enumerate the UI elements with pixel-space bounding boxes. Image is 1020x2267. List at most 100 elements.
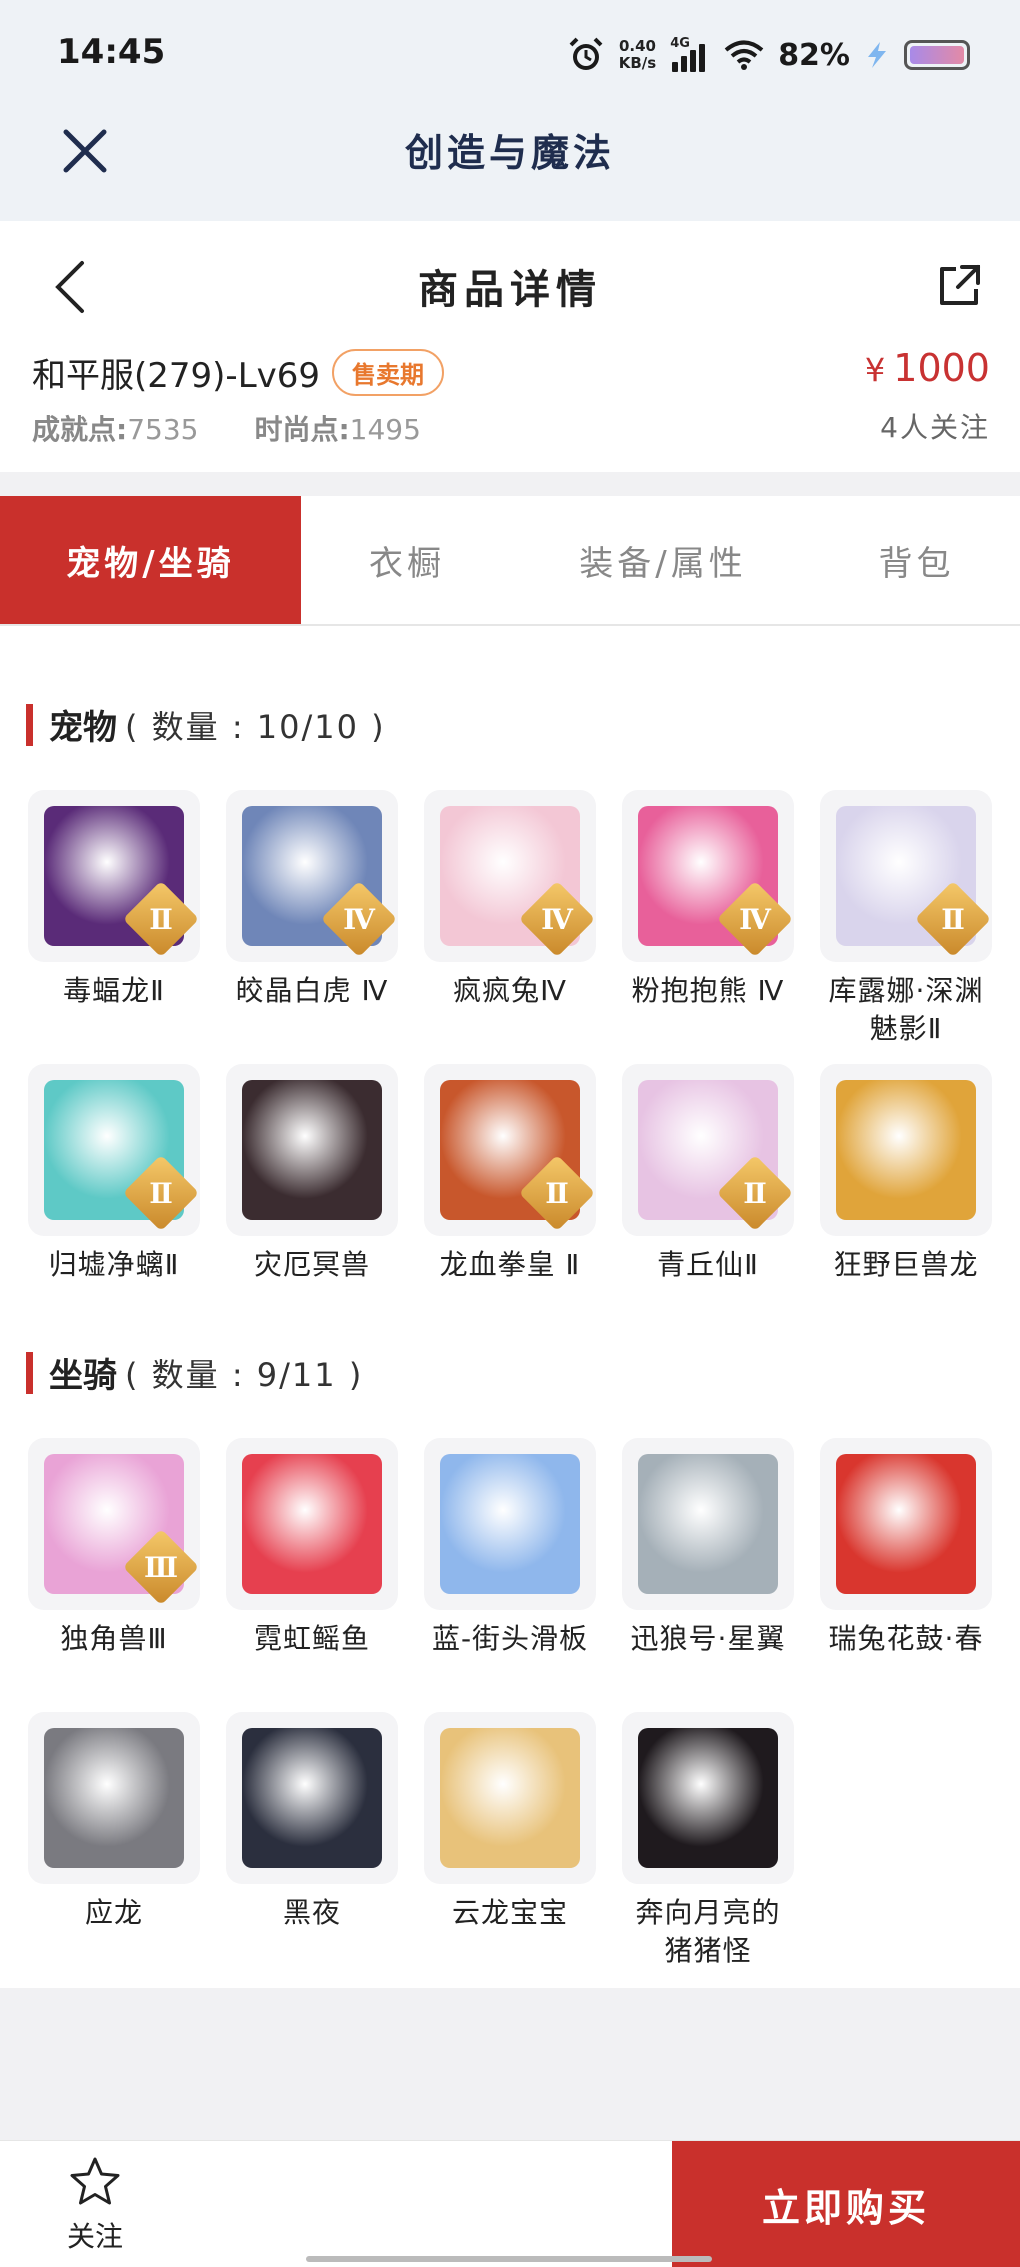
bottom-action-bar: 关注 立即购买 (0, 2140, 1020, 2267)
item-artwork (44, 1728, 184, 1868)
page-header: 商品详情 (0, 221, 1020, 346)
item-thumbnail (424, 1438, 596, 1610)
tier-label: Ⅱ (743, 1177, 767, 1210)
grid-item[interactable]: 云龙宝宝 (424, 1712, 596, 1932)
net-speed-unit: KB/s (618, 54, 657, 72)
battery-icon (904, 40, 970, 70)
tab-wardrobe[interactable]: 衣橱 (301, 496, 513, 624)
grid-item[interactable]: Ⅱ 归墟净螭Ⅱ (28, 1064, 200, 1284)
content-area: 宠物 ( 数量 : 10/10 ) Ⅱ 毒蝠龙Ⅱ Ⅳ 皎晶白虎 Ⅳ Ⅳ 疯疯兔Ⅳ Ⅳ 粉抱抱熊… (0, 628, 1020, 1988)
item-thumbnail (28, 1712, 200, 1884)
network-type: 4G (670, 36, 690, 51)
tab-pets-mounts[interactable]: 宠物/坐骑 (0, 496, 301, 624)
pets-section-title: 宠物 ( 数量 : 10/10 ) (26, 700, 386, 749)
fashion-value: 1495 (349, 413, 421, 446)
item-name: 狂野巨兽龙 (833, 1248, 979, 1281)
item-name: 应龙 (84, 1896, 143, 1929)
tab-bar: 宠物/坐骑 衣橱 装备/属性 背包 (0, 496, 1020, 626)
share-icon[interactable] (936, 263, 982, 309)
item-artwork (836, 1454, 976, 1594)
grid-item[interactable]: 蓝-街头滑板 (424, 1438, 596, 1658)
item-name: 灾厄冥兽 (253, 1248, 370, 1281)
item-thumbnail: Ⅳ (424, 790, 596, 962)
section-name: 坐骑 (49, 1356, 117, 1396)
grid-item[interactable]: 狂野巨兽龙 (820, 1064, 992, 1284)
net-speed-value: 0.40 (618, 37, 656, 55)
item-artwork (242, 1454, 382, 1594)
battery-fill (910, 46, 964, 64)
page-title: 商品详情 (418, 267, 602, 313)
tab-equipment-attributes[interactable]: 装备/属性 (513, 496, 813, 624)
grid-item[interactable]: 霓虹鳐鱼 (226, 1438, 398, 1658)
grid-item[interactable]: Ⅱ 青丘仙Ⅱ (622, 1064, 794, 1284)
stats-line: 成就点:7535 时尚点:1495 (32, 408, 421, 448)
buy-now-button[interactable]: 立即购买 (672, 2141, 1020, 2267)
item-artwork (440, 1728, 580, 1868)
grid-item[interactable]: 应龙 (28, 1712, 200, 1932)
item-thumbnail: Ⅱ (820, 790, 992, 962)
alarm-icon (569, 37, 603, 70)
top-area: 14:45 0.40 KB/s 4G 82% 创造与魔法 (0, 0, 1020, 221)
item-thumbnail (226, 1064, 398, 1236)
item-name: 归墟净螭Ⅱ (48, 1248, 180, 1281)
tier-label: Ⅱ (149, 903, 173, 936)
section-accent (26, 703, 33, 746)
tab-backpack[interactable]: 背包 (813, 496, 1020, 624)
signal-bar (672, 62, 679, 72)
grid-item[interactable]: Ⅲ 独角兽Ⅲ (28, 1438, 200, 1658)
grid-item[interactable]: 瑞兔花鼓·春 (820, 1438, 992, 1658)
item-name: 库露娜·深渊魅影Ⅱ (828, 974, 984, 1045)
status-bar: 14:45 0.40 KB/s 4G 82% (0, 0, 1020, 110)
grid-item[interactable]: Ⅳ 粉抱抱熊 Ⅳ (622, 790, 794, 1010)
grid-item[interactable]: 黑夜 (226, 1712, 398, 1932)
item-thumbnail: Ⅱ (622, 1064, 794, 1236)
item-name: 毒蝠龙Ⅱ (63, 974, 165, 1007)
achievement-value: 7535 (127, 413, 199, 446)
tier-label: Ⅱ (941, 903, 965, 936)
wifi-icon (724, 40, 764, 70)
item-artwork (440, 1454, 580, 1594)
item-thumbnail (424, 1712, 596, 1884)
item-name: 粉抱抱熊 Ⅳ (631, 974, 785, 1007)
item-thumbnail (622, 1438, 794, 1610)
item-thumbnail: Ⅱ (28, 790, 200, 962)
charging-icon (868, 42, 886, 68)
tier-label: Ⅱ (149, 1177, 173, 1210)
item-name: 皎晶白虎 Ⅳ (235, 974, 389, 1007)
item-name: 独角兽Ⅲ (60, 1622, 168, 1655)
grid-item[interactable]: Ⅱ 库露娜·深渊魅影Ⅱ (820, 790, 992, 1048)
followers-count: 4人关注 (880, 411, 990, 444)
star-icon (70, 2157, 120, 2205)
follow-button[interactable]: 关注 (50, 2155, 140, 2255)
tier-label: Ⅱ (545, 1177, 569, 1210)
status-icons: 0.40 KB/s 4G 82% (567, 30, 970, 80)
achievement-label: 成就点: (32, 413, 128, 446)
section-name: 宠物 (49, 708, 117, 748)
home-indicator (306, 2256, 712, 2262)
item-name: 云龙宝宝 (451, 1896, 568, 1929)
fashion-points: 时尚点:1495 (254, 408, 420, 448)
server-line: 和平服(279)-Lv69 售卖期 (32, 348, 445, 397)
section-accent (26, 1351, 33, 1394)
item-thumbnail: Ⅳ (622, 790, 794, 962)
item-thumbnail (820, 1438, 992, 1610)
grid-item[interactable]: 灾厄冥兽 (226, 1064, 398, 1284)
item-name: 青丘仙Ⅱ (657, 1248, 759, 1281)
grid-item[interactable]: 迅狼号·星翼 (622, 1438, 794, 1658)
item-thumbnail (622, 1712, 794, 1884)
fashion-label: 时尚点: (254, 413, 350, 446)
grid-item[interactable]: Ⅳ 皎晶白虎 Ⅳ (226, 790, 398, 1010)
server-name: 和平服(279)-Lv69 (32, 356, 321, 396)
item-name: 瑞兔花鼓·春 (828, 1622, 984, 1655)
status-time: 14:45 (57, 32, 166, 72)
app-header: 创造与魔法 (0, 110, 1020, 221)
item-name: 龙血拳皇 Ⅱ (439, 1248, 581, 1281)
grid-item[interactable]: Ⅱ 龙血拳皇 Ⅱ (424, 1064, 596, 1284)
follow-label: 关注 (66, 2220, 123, 2253)
grid-item[interactable]: 奔向月亮的猪猪怪 (622, 1712, 794, 1970)
section-count: ( 数量 : 10/10 ) (125, 707, 386, 746)
divider-band (0, 472, 1020, 496)
grid-item[interactable]: Ⅳ 疯疯兔Ⅳ (424, 790, 596, 1010)
item-name: 黑夜 (282, 1896, 341, 1929)
grid-item[interactable]: Ⅱ 毒蝠龙Ⅱ (28, 790, 200, 1010)
